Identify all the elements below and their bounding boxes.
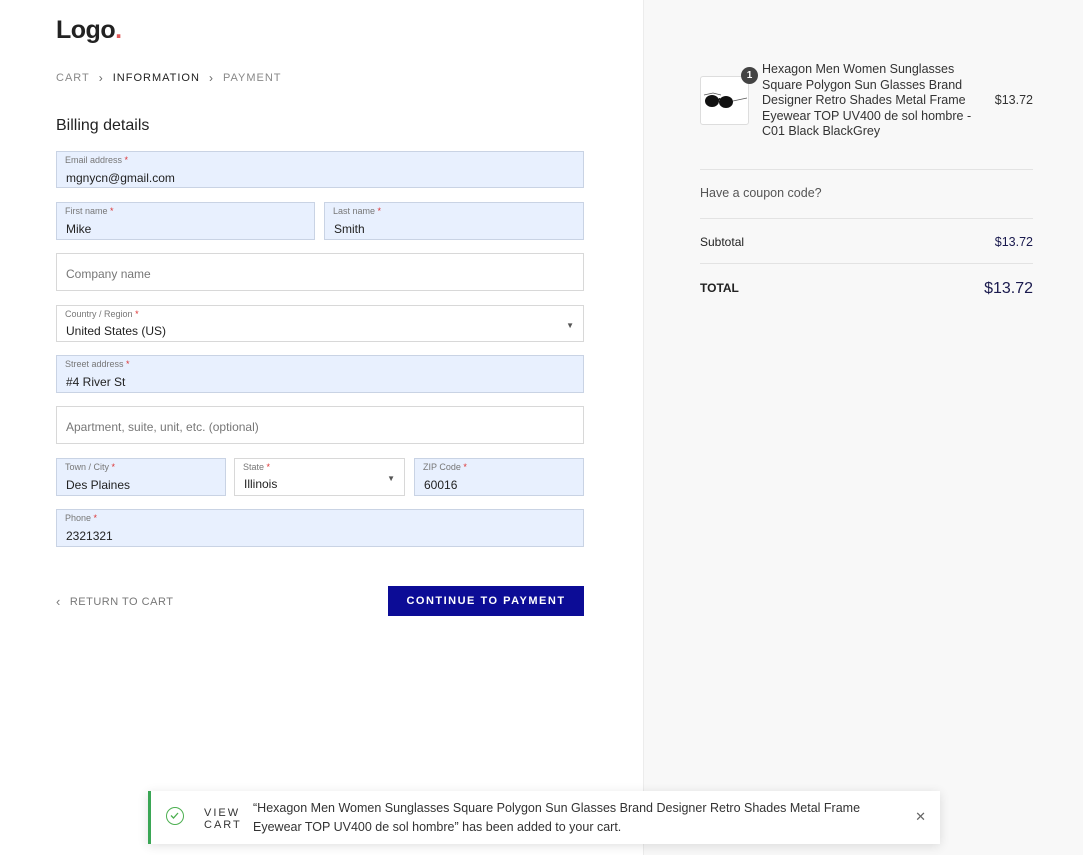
email-field[interactable]: Email address * mgnycn@gmail.com (56, 151, 584, 188)
total-value: $13.72 (984, 280, 1033, 297)
quantity-badge: 1 (741, 67, 758, 84)
breadcrumb-information: INFORMATION (112, 72, 200, 84)
product-thumbnail (700, 76, 749, 125)
added-to-cart-notice: VIEW CART “Hexagon Men Women Sunglasses … (148, 791, 940, 844)
product-name: Hexagon Men Women Sunglasses Square Poly… (762, 62, 972, 139)
first-name-field[interactable]: First name * Mike (56, 202, 315, 240)
breadcrumb: CART › INFORMATION › PAYMENT (56, 71, 281, 85)
return-to-cart-link[interactable]: ‹ RETURN TO CART (56, 594, 173, 609)
sunglasses-icon (703, 92, 748, 108)
checkmark-icon (166, 807, 184, 825)
checkout-form-panel: Logo. CART › INFORMATION › PAYMENT Billi… (0, 0, 643, 855)
subtotal-value: $13.72 (994, 235, 1033, 249)
apartment-field[interactable]: Apartment, suite, unit, etc. (optional) (56, 406, 584, 444)
company-field[interactable]: Company name (56, 253, 584, 291)
total-label: TOTAL (700, 281, 739, 295)
state-select[interactable]: State * Illinois ▼ (234, 458, 405, 496)
view-cart-button[interactable]: VIEW CART (204, 807, 244, 831)
chevron-down-icon: ▼ (566, 321, 574, 330)
last-name-field[interactable]: Last name * Smith (324, 202, 584, 240)
chevron-left-icon: ‹ (56, 594, 61, 609)
street-address-field[interactable]: Street address * #4 River St (56, 355, 584, 393)
country-select[interactable]: Country / Region * United States (US) ▼ (56, 305, 584, 342)
coupon-link[interactable]: Have a coupon code? (700, 186, 822, 200)
chevron-right-icon: › (208, 71, 214, 85)
city-field[interactable]: Town / City * Des Plaines (56, 458, 226, 496)
chevron-right-icon: › (98, 71, 104, 85)
close-icon[interactable]: ✕ (915, 809, 926, 825)
zip-field[interactable]: ZIP Code * 60016 (414, 458, 584, 496)
breadcrumb-cart[interactable]: CART (56, 72, 90, 84)
notice-message: “Hexagon Men Women Sunglasses Square Pol… (253, 801, 861, 834)
divider (700, 263, 1033, 264)
logo[interactable]: Logo. (56, 16, 122, 45)
divider (700, 218, 1033, 219)
continue-to-payment-button[interactable]: CONTINUE TO PAYMENT (388, 586, 584, 616)
phone-field[interactable]: Phone * 2321321 (56, 509, 584, 547)
product-price: $13.72 (994, 93, 1033, 107)
billing-title: Billing details (56, 117, 150, 134)
subtotal-label: Subtotal (700, 235, 745, 249)
breadcrumb-payment: PAYMENT (222, 72, 282, 84)
divider (700, 169, 1033, 170)
chevron-down-icon: ▼ (387, 474, 395, 483)
